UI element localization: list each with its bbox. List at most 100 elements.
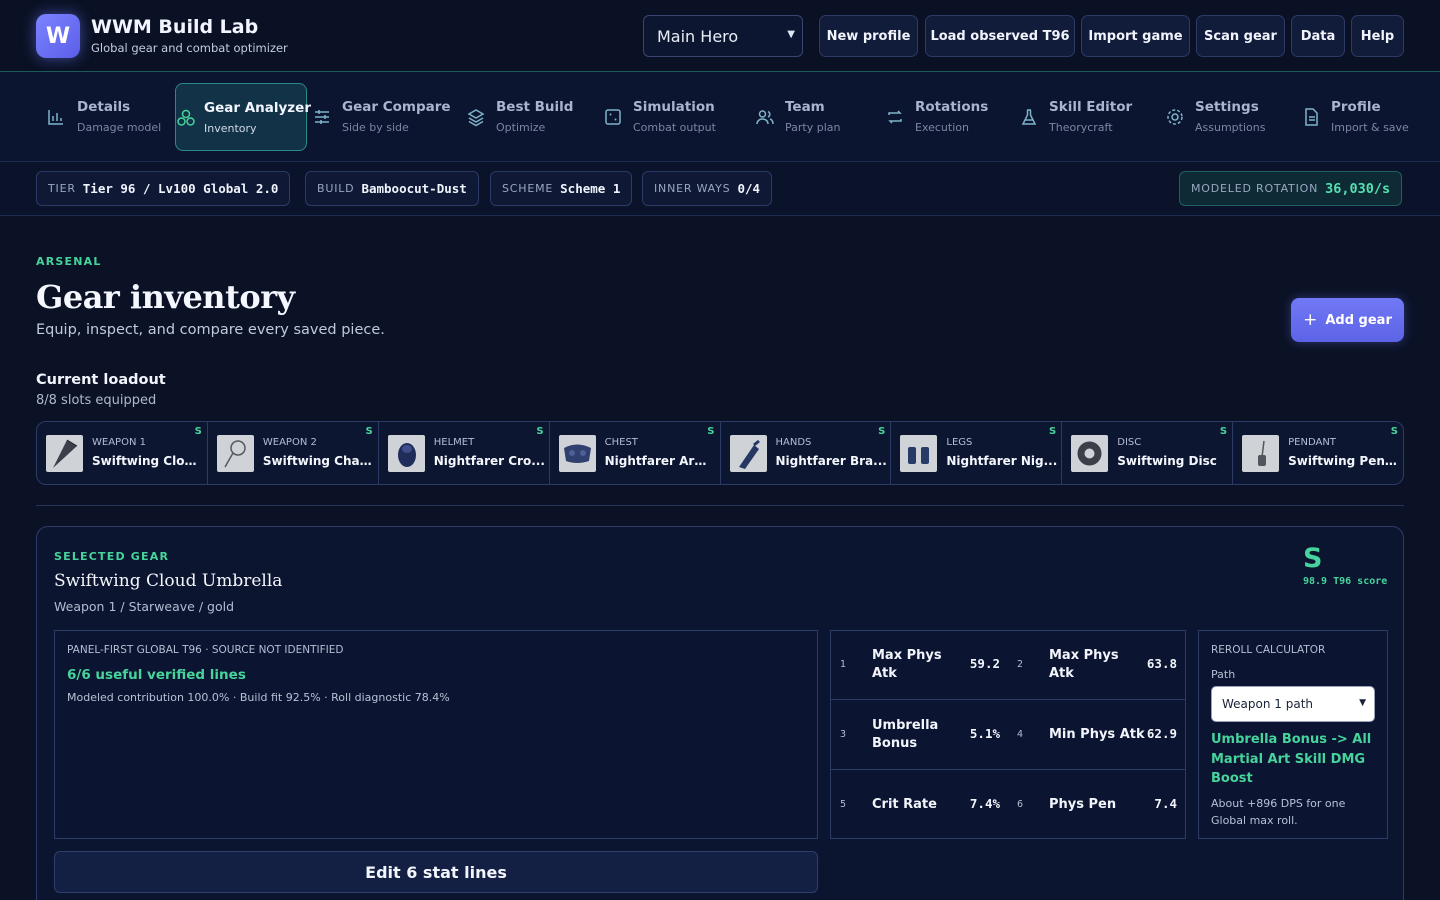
stat-index: 5 [840,799,847,810]
hands-thumbnail [729,435,767,472]
nav-sub: Optimize [496,121,546,134]
nav-item-profile[interactable]: Profile Import & save [1301,83,1411,151]
slot-type: WEAPON 1 [92,437,146,448]
slot-chest[interactable]: CHEST Nightfarer Armor S [550,422,721,484]
selected-gear-meta: Weapon 1 / Starweave / gold [54,599,235,614]
diagnostic-note: Modeled contribution 100.0% · Build fit … [67,691,450,704]
nav-item-best-build[interactable]: Best Build Optimize [466,83,591,151]
selected-gear-eyebrow: SELECTED GEAR [54,550,170,563]
main-nav: Details Damage model Gear Analyzer Inven… [0,72,1440,162]
stat-value: 62.9 [1146,726,1177,741]
slot-name: Swiftwing Pend... [1288,454,1401,468]
stat-name: Max Phys Atk [872,648,942,681]
stat-line-2[interactable]: 2 Max Phys Atk 63.8 [1008,631,1185,700]
disc-thumbnail [1071,435,1109,472]
nav-label: Rotations [915,99,989,115]
slot-name: Nightfarer Cro... [433,454,545,468]
slot-helmet[interactable]: HELMET Nightfarer Cro... S [379,422,550,484]
add-gear-button[interactable]: + Add gear [1291,298,1404,342]
slot-name: Nightfarer Nig... [946,454,1058,468]
new-profile-button[interactable]: New profile [819,15,918,57]
chip-value: Tier 96 / Lv100 Global 2.0 [82,181,279,196]
page-title: Gear inventory [36,278,295,316]
nav-sub: Theorycraft [1049,121,1113,134]
import-game-button[interactable]: Import game [1081,15,1190,57]
slot-type: WEAPON 2 [262,437,317,448]
nav-sub: Inventory [204,122,257,135]
stat-value: 59.2 [969,656,1000,671]
slot-weapon-2[interactable]: WEAPON 2 Swiftwing Charm S [208,422,379,484]
nav-label: Details [77,99,131,115]
stat-name: Min Phys Atk [1049,727,1145,742]
stat-line-5[interactable]: 5 Crit Rate 7.4% [831,771,1008,840]
slot-legs[interactable]: LEGS Nightfarer Nig... S [891,422,1063,484]
stat-index: 2 [1017,659,1024,670]
stat-line-6[interactable]: 6 Phys Pen 7.4 [1008,771,1185,840]
reroll-path-value: Weapon 1 path [1222,697,1314,711]
slot-pendant[interactable]: PENDANT Swiftwing Pend... S [1233,422,1403,484]
diagnostic-heading: PANEL-FIRST GLOBAL T96 · SOURCE NOT IDEN… [67,644,344,656]
rank-badge: S [194,426,202,437]
chip-value: 36,030/s [1325,180,1391,197]
stat-row: 3 Umbrella Bonus 5.1% 4 Min Phys Atk 62.… [831,701,1185,770]
load-observed-button[interactable]: Load observed T96 [925,15,1075,57]
stat-name: Crit Rate [872,797,937,812]
stat-line-1[interactable]: 1 Max Phys Atk 59.2 [831,631,1008,700]
chip-key: INNER WAYS [654,182,731,195]
slot-hands[interactable]: HANDS Nightfarer Bra... S [721,422,892,484]
chip-key: SCHEME [502,182,554,195]
bar-chart-icon [48,110,63,125]
chip-key: BUILD [317,182,355,195]
slot-weapon-1[interactable]: WEAPON 1 Swiftwing Clou... S [37,422,208,484]
nav-item-details[interactable]: Details Damage model [36,83,166,151]
loadout-title: Current loadout [36,372,166,388]
chip-value: Bamboocut-Dust [361,181,467,196]
nav-label: Best Build [496,99,574,115]
nav-label: Settings [1195,99,1259,115]
profile-select-value: Main Hero [657,26,739,46]
stat-index: 4 [1017,729,1024,740]
slot-name: Swiftwing Clou... [92,454,204,468]
stat-lines-table: 1 Max Phys Atk 59.2 2 Max Phys Atk 63.8 … [830,630,1186,839]
selected-gear-card: SELECTED GEAR Swiftwing Cloud Umbrella W… [36,526,1404,900]
profile-select[interactable]: Main Hero ▼ [643,15,803,57]
loadout-subtitle: 8/8 slots equipped [36,393,157,408]
slot-type: HELMET [433,437,475,448]
edit-stat-lines-button[interactable]: Edit 6 stat lines [54,851,818,893]
stat-value: 7.4 [1154,796,1177,811]
rank-badge: S [536,426,544,437]
stat-index: 3 [840,729,847,740]
slot-disc[interactable]: DISC Swiftwing Disc S [1062,422,1234,484]
chip-value: 0/4 [737,181,761,196]
top-bar: W WWM Build Lab Global gear and combat o… [0,0,1440,72]
help-button[interactable]: Help [1351,15,1404,57]
nav-label: Team [785,99,825,115]
modeled-rotation-chip: MODELED ROTATION 36,030/s [1179,171,1403,206]
scan-gear-button[interactable]: Scan gear [1196,15,1285,57]
nav-item-gear-compare[interactable]: Gear Compare Side by side [312,83,457,151]
stat-name: Umbrella Bonus [872,718,939,751]
sliders-icon [315,110,329,124]
section-eyebrow: ARSENAL [36,255,102,268]
reroll-path-select[interactable]: Weapon 1 path ▼ [1211,686,1375,722]
nav-item-settings[interactable]: Settings Assumptions [1165,83,1285,151]
slot-type: CHEST [604,437,638,448]
nav-item-gear-analyzer[interactable]: Gear Analyzer Inventory [175,83,311,151]
helmet-thumbnail [387,435,425,472]
rank-badge: S [365,426,373,437]
nav-item-team[interactable]: Team Party plan [755,83,875,151]
data-button[interactable]: Data [1291,15,1345,57]
reroll-calculator: REROLL CALCULATOR Path Weapon 1 path ▼ U… [1198,630,1388,839]
stat-name: Max Phys Atk [1049,648,1119,681]
nav-item-simulation[interactable]: Simulation Combat output [603,83,743,151]
nav-sub: Assumptions [1195,121,1266,134]
stat-line-4[interactable]: 4 Min Phys Atk 62.9 [1008,701,1185,770]
rank-badge: S [1219,426,1228,437]
slot-name: Swiftwing Disc [1117,454,1217,468]
nav-item-skill-editor[interactable]: Skill Editor Theorycraft [1019,83,1144,151]
document-icon [1305,108,1318,126]
reroll-result: Umbrella Bonus -> All Martial Art Skill … [1211,732,1372,786]
stat-line-3[interactable]: 3 Umbrella Bonus 5.1% [831,701,1008,770]
nav-item-rotations[interactable]: Rotations Execution [885,83,1005,151]
reroll-heading: REROLL CALCULATOR [1211,644,1326,656]
